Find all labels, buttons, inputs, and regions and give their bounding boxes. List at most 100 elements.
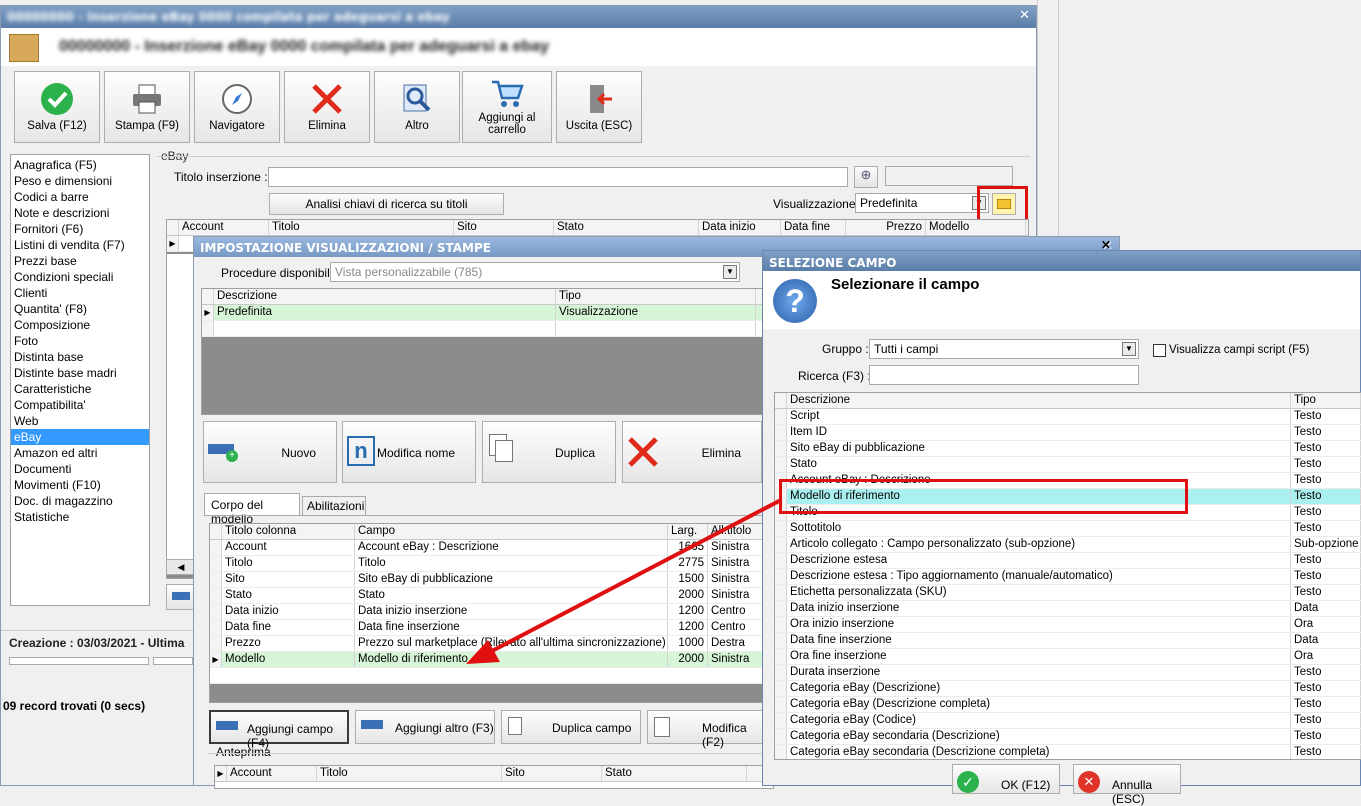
campo-row[interactable]: Descrizione estesa Testo xyxy=(775,553,1361,569)
campo-row[interactable]: Data inizio inserzione Data xyxy=(775,601,1361,617)
ricerca-input[interactable] xyxy=(869,365,1139,385)
modifica-button[interactable]: Modifica (F2) xyxy=(647,710,771,749)
column-row[interactable]: Account Account eBay : Descrizione 1665 Sin… xyxy=(210,540,768,556)
nav-item[interactable]: Note e descrizioni xyxy=(11,205,149,221)
nav-item[interactable]: Peso e dimensioni xyxy=(11,173,149,189)
nav-item[interactable]: Amazon ed altri xyxy=(11,445,149,461)
chevron-down-icon[interactable]: ▼ xyxy=(1122,342,1136,356)
nav-item[interactable]: Composizione xyxy=(11,317,149,333)
nav-item[interactable]: Web xyxy=(11,413,149,429)
modifica-nome-button[interactable]: n Modifica nome xyxy=(342,421,476,483)
gruppo-combo[interactable]: Tutti i campi ▼ xyxy=(869,339,1139,359)
save-button[interactable]: Salva (F12) xyxy=(14,71,100,143)
column-row[interactable]: Stato Stato 2000 Sinistra xyxy=(210,588,768,604)
campo-row[interactable]: Categoria eBay (Codice) Testo xyxy=(775,713,1361,729)
exit-button[interactable]: Uscita (ESC) xyxy=(556,71,642,143)
tab-corpo[interactable]: Corpo del modello xyxy=(204,493,300,526)
small-add-button[interactable] xyxy=(166,584,196,610)
navigator-button[interactable]: Navigatore xyxy=(194,71,280,143)
analisi-button[interactable]: Analisi chiavi di ricerca su titoli xyxy=(269,193,504,215)
campo-row[interactable]: Stato Testo xyxy=(775,457,1361,473)
column-row[interactable]: Data fine Data fine inserzione 1200 Centro xyxy=(210,620,768,636)
duplica-campo-button[interactable]: Duplica campo xyxy=(501,710,641,744)
nav-item[interactable]: Caratteristiche xyxy=(11,381,149,397)
column-row[interactable]: Sito Sito eBay di pubblicazione 1500 Sinist… xyxy=(210,572,768,588)
nav-item[interactable]: Movimenti (F10) xyxy=(11,477,149,493)
nav-item[interactable]: Documenti xyxy=(11,461,149,477)
campo-row[interactable]: Durata inserzione Testo xyxy=(775,665,1361,681)
nuovo-button[interactable]: + Nuovo xyxy=(203,421,337,483)
col-prezzo[interactable]: Prezzo xyxy=(846,220,926,235)
duplica-button[interactable]: Duplica xyxy=(482,421,616,483)
nav-item[interactable]: Compatibilita' xyxy=(11,397,149,413)
nav-item[interactable]: eBay xyxy=(11,429,149,445)
aggiungi-altro-button[interactable]: Aggiungi altro (F3) xyxy=(355,710,495,744)
col-campo[interactable]: Campo xyxy=(355,524,668,539)
col-descrizione[interactable]: Descrizione xyxy=(214,289,556,304)
nav-item[interactable]: Condizioni speciali xyxy=(11,269,149,285)
col-sito[interactable]: Sito xyxy=(454,220,554,235)
campo-row[interactable]: Etichetta personalizzata (SKU) Testo xyxy=(775,585,1361,601)
column-row[interactable]: Titolo Titolo 2775 Sinistra xyxy=(210,556,768,572)
column-row[interactable]: Data inizio Data inizio inserzione 1200 Cen… xyxy=(210,604,768,620)
close-icon[interactable]: ✕ xyxy=(1019,8,1030,23)
campo-row[interactable]: Ora inizio inserzione Ora xyxy=(775,617,1361,633)
print-button[interactable]: Stampa (F9) xyxy=(104,71,190,143)
delete-button[interactable]: Elimina xyxy=(284,71,370,143)
add-to-cart-button[interactable]: Aggiungi al carrello xyxy=(462,71,552,143)
col-stato[interactable]: Stato xyxy=(554,220,699,235)
ok-button[interactable]: ✓ OK (F12) xyxy=(952,764,1060,794)
col-tipo[interactable]: Tipo xyxy=(1291,393,1361,408)
campo-row[interactable]: Script Testo xyxy=(775,409,1361,425)
col-titolo-colonna[interactable]: Titolo colonna xyxy=(222,524,355,539)
campo-row[interactable]: Categoria eBay (Descrizione completa) Tes… xyxy=(775,697,1361,713)
tab-abilitazioni[interactable]: Abilitazioni xyxy=(302,496,366,515)
elimina-button[interactable]: Elimina xyxy=(622,421,762,483)
col-all-titolo[interactable]: All.titolo xyxy=(708,524,768,539)
nav-item[interactable]: Clienti xyxy=(11,285,149,301)
more-button[interactable]: Altro xyxy=(374,71,460,143)
col-stato[interactable]: Stato xyxy=(602,766,747,781)
titolo-input[interactable] xyxy=(268,167,848,187)
col-account[interactable]: Account xyxy=(179,220,269,235)
campo-row[interactable]: Categoria eBay (Descrizione) Testo xyxy=(775,681,1361,697)
col-tipo[interactable]: Tipo xyxy=(556,289,756,304)
aggiungi-campo-button[interactable]: Aggiungi campo (F4) xyxy=(209,710,349,750)
campo-row[interactable]: Descrizione estesa : Tipo aggiornamento … xyxy=(775,569,1361,585)
campo-row[interactable]: Categoria eBay secondaria (Descrizione c… xyxy=(775,745,1361,759)
col-descrizione[interactable]: Descrizione xyxy=(787,393,1291,408)
col-sito[interactable]: Sito xyxy=(502,766,602,781)
col-titolo[interactable]: Titolo xyxy=(269,220,454,235)
nav-item[interactable]: Codici a barre xyxy=(11,189,149,205)
nav-item[interactable]: Doc. di magazzino xyxy=(11,493,149,509)
col-titolo[interactable]: Titolo xyxy=(317,766,502,781)
annulla-button[interactable]: ✕ Annulla (ESC) xyxy=(1073,764,1181,806)
nav-item[interactable]: Statistiche xyxy=(11,509,149,525)
views-row[interactable]: ▶ Predefinita Visualizzazione xyxy=(202,305,770,321)
column-row[interactable]: ▶ Modello Modello di riferimento 2000 Sinist… xyxy=(210,652,768,668)
chevron-down-icon[interactable]: ▼ xyxy=(723,265,737,279)
col-account[interactable]: Account xyxy=(227,766,317,781)
impostazione-close-icon[interactable]: ✕ xyxy=(1101,238,1111,252)
col-data-inizio[interactable]: Data inizio xyxy=(699,220,781,235)
nav-item[interactable]: Quantita' (F8) xyxy=(11,301,149,317)
column-row[interactable]: Prezzo Prezzo sul marketplace (Rilevato a… xyxy=(210,636,768,652)
h-scrollbar[interactable]: ◀ xyxy=(166,559,196,575)
script-checkbox[interactable] xyxy=(1153,344,1166,357)
globe-button[interactable]: ⊕ xyxy=(854,166,878,188)
nav-item[interactable]: Fornitori (F6) xyxy=(11,221,149,237)
nav-item[interactable]: Prezzi base xyxy=(11,253,149,269)
campo-row[interactable]: Sito eBay di pubblicazione Testo xyxy=(775,441,1361,457)
campo-row[interactable]: Categoria eBay secondaria (Descrizione) T… xyxy=(775,729,1361,745)
col-modello[interactable]: Modello xyxy=(926,220,1026,235)
procedure-combo[interactable]: Vista personalizzabile (785) ▼ xyxy=(330,262,740,282)
col-data-fine[interactable]: Data fine xyxy=(781,220,846,235)
col-larg[interactable]: Larg. xyxy=(668,524,708,539)
campo-row[interactable]: Sottotitolo Testo xyxy=(775,521,1361,537)
nav-item[interactable]: Distinta base xyxy=(11,349,149,365)
visualizzazione-combo[interactable]: Predefinita ▼ xyxy=(855,193,989,213)
nav-item[interactable]: Foto xyxy=(11,333,149,349)
campo-row[interactable]: Articolo collegato : Campo personalizzat… xyxy=(775,537,1361,553)
nav-item[interactable]: Listini di vendita (F7) xyxy=(11,237,149,253)
nav-item[interactable]: Distinte base madri xyxy=(11,365,149,381)
